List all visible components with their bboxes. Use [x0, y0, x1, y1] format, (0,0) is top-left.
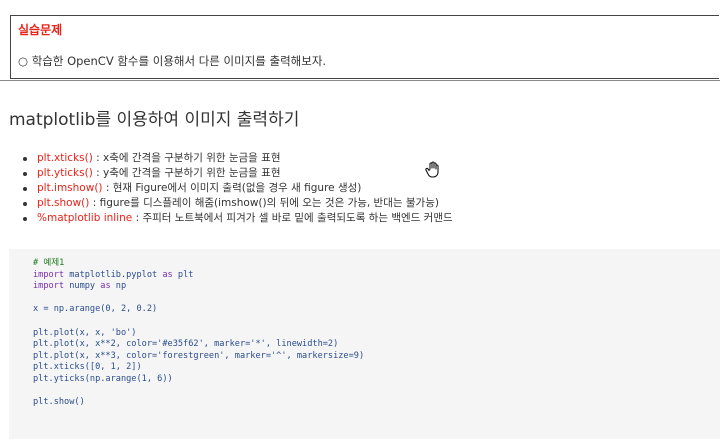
bullet-key: %matplotlib inline — [37, 212, 133, 224]
code-line: plt.show() — [33, 397, 85, 408]
code-keyword: import — [33, 269, 65, 280]
code-module: numpy — [64, 281, 101, 292]
list-item: plt.imshow() : 현재 Figure에서 이미지 출력(없을 경우 … — [22, 181, 453, 196]
code-line: plt.yticks(np.arange(1, 6)) — [33, 373, 173, 384]
section-divider — [0, 80, 720, 81]
code-line: plt.xticks([0, 1, 2]) — [33, 362, 142, 373]
practice-box: 실습문제 ○ 학습한 OpenCV 함수를 이용해서 다른 이미지를 출력해보자… — [10, 15, 719, 79]
bullet-text: : x축에 간격을 구분하기 위한 눈금을 표현 — [92, 152, 281, 164]
code-line: plt.plot(x, x**2, color='#e35f62', marke… — [33, 339, 339, 350]
practice-title: 실습문제 — [18, 23, 63, 37]
code-keyword: import — [33, 281, 65, 292]
bullet-text: : 주피터 노트북에서 피겨가 셀 바로 밑에 출력되도록 하는 백엔드 커맨드 — [132, 212, 453, 224]
section-heading: matplotlib를 이용하여 이미지 출력하기 — [9, 110, 300, 130]
code-alias: np — [110, 281, 127, 292]
bullet-text: : figure를 디스플레이 해줌(imshow()의 뒤에 오는 것은 가능… — [89, 197, 439, 209]
code-block: # 예제1 import matplotlib.pyplot as plt im… — [33, 258, 364, 409]
bullet-list: plt.xticks() : x축에 간격을 구분하기 위한 눈금을 표현 pl… — [22, 151, 453, 226]
code-cell[interactable]: # 예제1 import matplotlib.pyplot as plt im… — [9, 249, 720, 439]
code-keyword: as — [100, 281, 111, 292]
list-item: plt.show() : figure를 디스플레이 해줌(imshow()의 … — [22, 196, 453, 211]
bullet-key: plt.imshow() — [37, 182, 103, 194]
bullet-key: plt.yticks() — [37, 167, 93, 179]
list-item: plt.yticks() : y축에 간격을 구분하기 위한 눈금을 표현 — [22, 166, 453, 181]
list-item: plt.xticks() : x축에 간격을 구분하기 위한 눈금을 표현 — [22, 151, 453, 166]
bullet-key: plt.xticks() — [37, 152, 93, 164]
code-line: plt.plot(x, x**3, color='forestgreen', m… — [33, 350, 365, 361]
practice-body: ○ 학습한 OpenCV 함수를 이용해서 다른 이미지를 출력해보자. — [18, 54, 327, 68]
code-line: plt.plot(x, x, 'bo') — [33, 327, 137, 338]
code-keyword: as — [162, 269, 173, 280]
code-line: x = np.arange(0, 2, 0.2) — [33, 304, 158, 315]
bullet-key: plt.show() — [37, 197, 90, 209]
hand-pointer-icon — [425, 161, 439, 178]
code-comment: # 예제1 — [33, 258, 65, 268]
bullet-text: : y축에 간격을 구분하기 위한 눈금을 표현 — [92, 167, 281, 179]
bullet-text: : 현재 Figure에서 이미지 출력(없을 경우 새 figure 생성) — [102, 182, 362, 194]
code-module: matplotlib.pyplot — [64, 269, 163, 280]
code-alias: plt — [172, 269, 194, 280]
list-item: %matplotlib inline : 주피터 노트북에서 피겨가 셀 바로 … — [22, 211, 453, 226]
